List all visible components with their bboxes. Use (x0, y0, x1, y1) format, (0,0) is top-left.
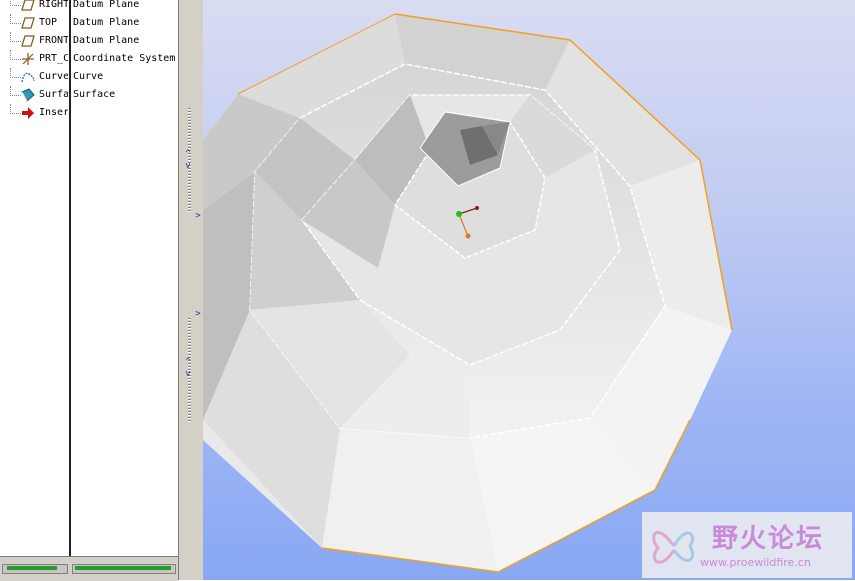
tree-item-label: PRT_C (39, 53, 68, 64)
tree-item-type: Datum Plane (73, 0, 140, 10)
insert-here-arrow-icon (22, 107, 34, 119)
collapse-up-icon[interactable]: ^ (184, 150, 192, 159)
expand-right-icon[interactable]: > (194, 212, 202, 221)
forum-watermark: 野火论坛 www.proewildfire.cn (642, 512, 852, 578)
tree-item-front[interactable]: FRONT Datum Plane (0, 32, 178, 50)
tree-panel-footer (0, 556, 178, 581)
tree-item-surface[interactable]: Surfa Surface (0, 86, 178, 104)
watermark-url: www.proewildfire.cn (700, 556, 811, 569)
tree-item-curve[interactable]: Curve Curve (0, 68, 178, 86)
splitter-grip[interactable] (188, 108, 191, 212)
watermark-title: 野火论坛 (712, 524, 825, 554)
tree-item-prt-csys[interactable]: PRT_C Coordinate System (0, 50, 178, 68)
tree-item-label: Inser (39, 107, 68, 118)
tree-item-type: Datum Plane (73, 35, 140, 46)
datum-plane-icon (21, 17, 35, 29)
tree-item-type: Surface (73, 89, 116, 100)
tree-item-label: Curve (39, 71, 68, 82)
panel-splitter[interactable]: ^ v > > ^ v (179, 0, 203, 580)
tree-item-type: Curve (73, 71, 104, 82)
surface-icon (21, 88, 35, 102)
datum-plane-icon (21, 0, 35, 11)
tree-item-label: Surfa (39, 89, 68, 100)
collapse-down-icon[interactable]: v (184, 370, 192, 379)
curve-icon (21, 72, 35, 83)
tree-item-label: TOP (39, 17, 58, 28)
model-tree-panel: RIGHT Datum Plane TOP Datum Plane FRONT … (0, 0, 179, 581)
collapse-down-icon[interactable]: v (184, 162, 192, 171)
coordinate-system-icon (22, 53, 34, 65)
tree-item-type: Datum Plane (73, 17, 140, 28)
expand-right-icon[interactable]: > (194, 310, 202, 319)
scrollbar-thumb[interactable] (75, 566, 171, 570)
model-render[interactable] (203, 0, 855, 580)
scrollbar-thumb[interactable] (7, 566, 57, 570)
tree-item-label: FRONT (39, 35, 68, 46)
type-column-scrollbar[interactable] (72, 564, 176, 574)
tree-item-type: Coordinate System (73, 53, 176, 64)
graphics-viewport[interactable]: 野火论坛 www.proewildfire.cn (203, 0, 855, 580)
tree-item-top[interactable]: TOP Datum Plane (0, 14, 178, 32)
tree-item-right[interactable]: RIGHT Datum Plane (0, 0, 178, 14)
name-column-scrollbar[interactable] (2, 564, 68, 574)
collapse-up-icon[interactable]: ^ (184, 358, 192, 367)
tree-item-insert-here[interactable]: Inser (0, 104, 178, 122)
butterfly-logo-icon (652, 531, 695, 564)
tree-item-label: RIGHT (39, 0, 68, 10)
datum-plane-icon (21, 35, 35, 47)
